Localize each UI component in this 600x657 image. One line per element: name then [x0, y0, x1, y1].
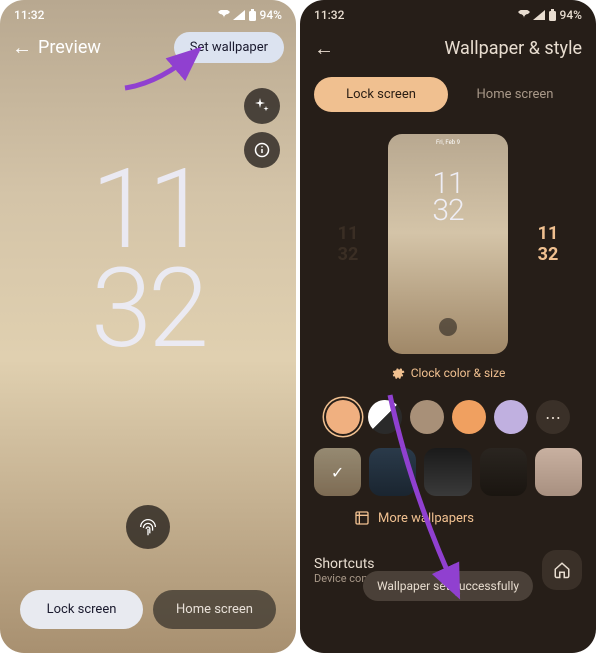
page-title: Wallpaper & style [444, 38, 582, 59]
page-title: Preview [38, 37, 101, 58]
lockscreen-preview[interactable]: Fri, Feb 9 11 32 [388, 134, 508, 354]
preview-fingerprint-icon [439, 318, 457, 336]
color-swatch-3[interactable] [410, 400, 444, 434]
status-icons: 94% [518, 8, 582, 22]
preview-header: ← Preview Set wallpaper [0, 26, 296, 69]
more-wallpapers-button[interactable]: More wallpapers [300, 506, 596, 540]
preview-tabs: Lock screen Home screen [20, 590, 276, 629]
wallpaper-icon [354, 510, 370, 526]
status-bar: 11:32 94% [300, 0, 596, 26]
status-time: 11:32 [14, 8, 44, 22]
back-button[interactable]: ← [314, 36, 334, 61]
preview-clock: 11 32 [388, 170, 508, 224]
clock-color-size-button[interactable]: Clock color & size [300, 358, 596, 394]
tab-home-screen[interactable]: Home screen [153, 590, 276, 629]
gear-icon [391, 366, 405, 380]
wallpaper-thumb-4[interactable] [480, 448, 527, 496]
tab-lock-screen[interactable]: Lock screen [20, 590, 143, 629]
lockscreen-clock: 11 32 [91, 160, 205, 358]
tab-lock-screen[interactable]: Lock screen [314, 77, 448, 112]
color-swatches: ⋯ [300, 394, 596, 448]
back-button[interactable]: ← [12, 35, 32, 60]
color-swatch-4[interactable] [452, 400, 486, 434]
toast-message: Wallpaper set successfully [363, 571, 533, 601]
clock-style-row: 11 32 Fri, Feb 9 11 32 11 32 [300, 118, 596, 358]
status-bar: 11:32 94% [0, 0, 296, 26]
style-header: ← Wallpaper & style [300, 26, 596, 71]
battery-pct: 94% [560, 8, 582, 22]
color-swatch-1[interactable] [326, 400, 360, 434]
shortcut-home-chip[interactable] [542, 550, 582, 590]
status-time: 11:32 [314, 8, 344, 22]
set-wallpaper-button[interactable]: Set wallpaper [174, 32, 284, 63]
clock-style-option-1[interactable]: 11 32 [326, 214, 370, 274]
fingerprint-button[interactable] [126, 505, 170, 549]
preview-screen: 11:32 94% ← Preview Set wallpaper 11 32 … [0, 0, 296, 653]
screen-tabs: Lock screen Home screen [300, 71, 596, 118]
status-icons: 94% [218, 8, 282, 22]
color-swatch-2[interactable] [368, 400, 402, 434]
shortcuts-title: Shortcuts [314, 556, 532, 572]
preview-date: Fri, Feb 9 [388, 134, 508, 146]
home-icon [553, 561, 571, 579]
info-button[interactable] [244, 132, 280, 168]
tab-home-screen[interactable]: Home screen [448, 77, 582, 112]
more-colors-button[interactable]: ⋯ [536, 400, 570, 434]
wallpaper-thumbnails [300, 448, 596, 506]
battery-pct: 94% [260, 8, 282, 22]
wallpaper-thumb-3[interactable] [424, 448, 471, 496]
wallpaper-thumb-2[interactable] [369, 448, 416, 496]
effects-button[interactable] [244, 88, 280, 124]
clock-style-option-2[interactable]: 11 32 [526, 214, 570, 274]
clock-minutes: 32 [91, 259, 205, 358]
wallpaper-thumb-5[interactable] [535, 448, 582, 496]
color-swatch-5[interactable] [494, 400, 528, 434]
wallpaper-thumb-1[interactable] [314, 448, 361, 496]
wallpaper-style-screen: 11:32 94% ← Wallpaper & style Lock scree… [300, 0, 596, 653]
